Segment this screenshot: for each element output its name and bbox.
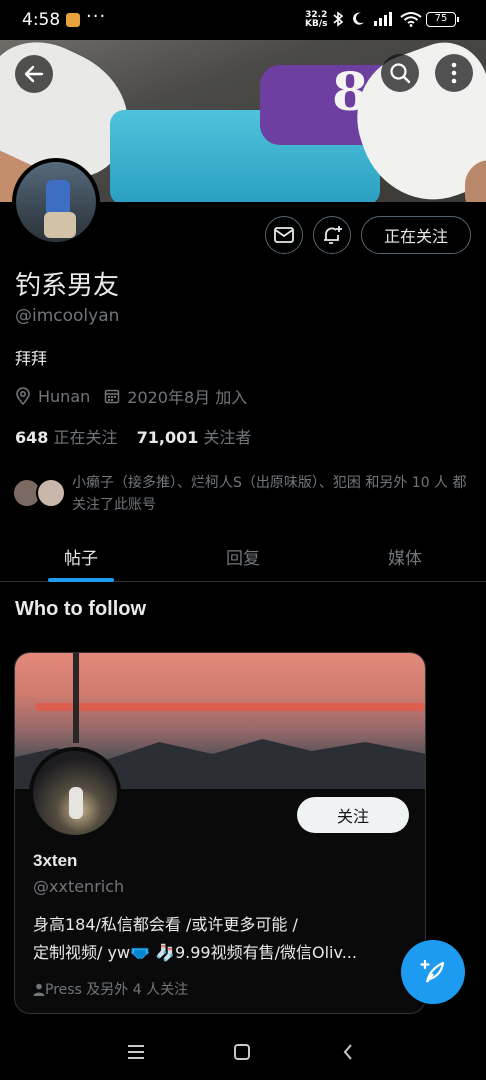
menu-button[interactable] (122, 1038, 150, 1066)
home-button[interactable] (228, 1038, 256, 1066)
message-button[interactable] (265, 216, 303, 254)
profile-location: Hunan (38, 386, 91, 406)
search-icon (390, 63, 411, 84)
status-bar: 4:58 ··· 32.2 KB/s 75 (0, 0, 486, 40)
profile-stats: 648 正在关注 71,001 关注者 (15, 424, 251, 448)
more-options-button[interactable] (435, 54, 473, 92)
compose-post-button[interactable] (401, 940, 465, 1004)
followers-link[interactable]: 71,001 关注者 (137, 428, 252, 447)
profile-handle: @imcoolyan (15, 306, 120, 326)
notify-button[interactable] (313, 216, 351, 254)
home-square-icon (234, 1044, 250, 1060)
profile-name: 钓系男友 (15, 271, 120, 301)
follower-avatar (36, 478, 66, 508)
status-time: 4:58 (22, 10, 61, 30)
arrow-left-icon (24, 65, 44, 83)
who-to-follow-heading: Who to follow (15, 598, 147, 620)
person-icon (33, 983, 45, 996)
bell-plus-icon (324, 226, 342, 244)
calendar-icon (105, 389, 120, 404)
profile-bio: 拜拜 (15, 349, 48, 368)
moon-icon (353, 12, 364, 25)
back-button[interactable] (15, 55, 53, 93)
location-pin-icon (16, 387, 30, 405)
profile-tabs: 帖子 回复 媒体 (0, 530, 486, 582)
tab-replies[interactable]: 回复 (162, 530, 324, 582)
more-vertical-icon (451, 62, 457, 84)
profile-avatar[interactable] (12, 158, 100, 246)
follow-button[interactable]: 关注 (297, 797, 409, 833)
status-icons (332, 11, 422, 27)
nav-back-button[interactable] (334, 1038, 362, 1066)
battery-indicator: 75 (426, 12, 459, 27)
suggested-user-followed-by: Press 及另外 4 人关注 (33, 979, 188, 999)
tab-posts[interactable]: 帖子 (0, 530, 162, 582)
suggested-user-name: 3xten (33, 851, 78, 870)
network-speed: 32.2 KB/s (305, 10, 328, 29)
followed-by-text: 小癞子（接多推）、烂柯人S（出原味版）、犯困 和另外 10 人 都关注了此账号 (72, 475, 467, 513)
feather-plus-icon (420, 959, 445, 983)
bluetooth-icon (333, 11, 344, 27)
suggested-user-avatar[interactable] (29, 747, 121, 839)
envelope-icon (274, 227, 294, 243)
system-nav-bar (0, 1024, 486, 1080)
chevron-left-icon (343, 1044, 352, 1060)
suggested-user-card[interactable]: 关注 3xten @xxtenrich 身高184/私信都会看 /或许更多可能 … (14, 652, 426, 1014)
profile-meta: Hunan 2020年8月 加入 (15, 384, 247, 408)
suggested-user-handle: @xxtenrich (33, 877, 125, 896)
signal-icon (374, 12, 392, 26)
suggested-user-bio: 身高184/私信都会看 /或许更多可能 / 定制视频/ yw🩲 🧦9.99视频有… (33, 915, 357, 962)
tab-active-indicator (48, 578, 114, 582)
more-notifications-icon: ··· (86, 6, 107, 27)
menu-icon (128, 1045, 144, 1059)
wifi-icon (400, 12, 422, 27)
tab-media[interactable]: 媒体 (324, 530, 486, 582)
profile-joined: 2020年8月 加入 (127, 388, 248, 407)
search-button[interactable] (381, 54, 419, 92)
notification-app-icon (66, 13, 80, 27)
following-link[interactable]: 648 正在关注 (15, 428, 118, 447)
following-button[interactable]: 正在关注 (361, 216, 471, 254)
